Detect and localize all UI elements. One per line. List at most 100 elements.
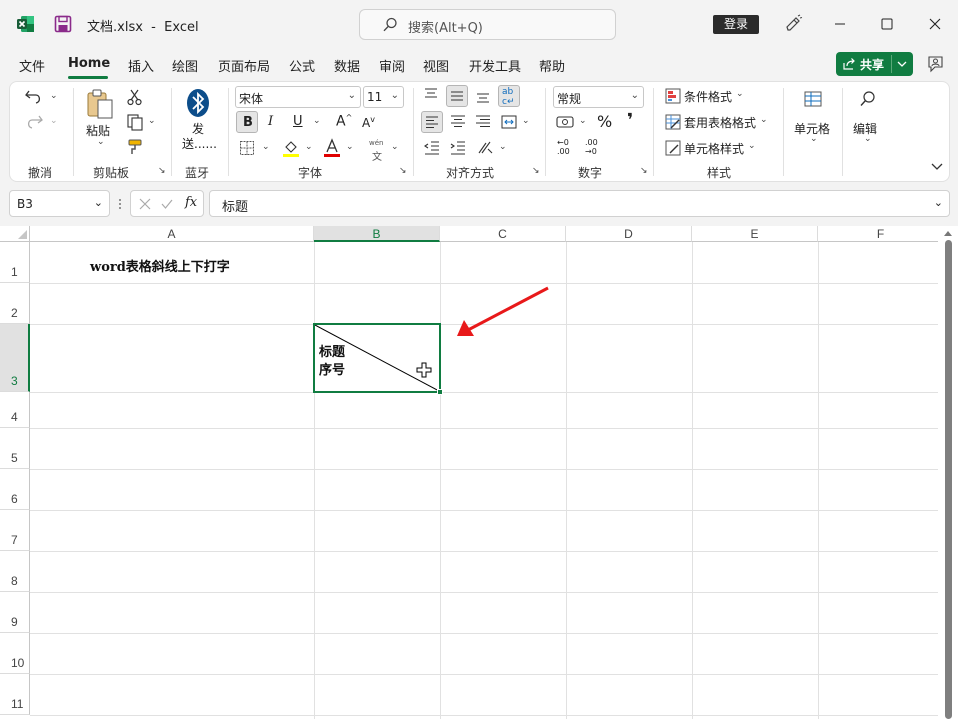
tab-help[interactable]: 帮助	[539, 56, 565, 75]
align-bottom-icon[interactable]	[474, 86, 492, 104]
chevron-down-icon[interactable]	[897, 60, 907, 68]
find-icon[interactable]	[858, 90, 878, 110]
minimize-icon[interactable]	[830, 14, 850, 34]
percent-button[interactable]: %	[597, 112, 612, 131]
tab-file[interactable]: 文件	[19, 56, 45, 75]
font-size-select[interactable]: 11 ⌄	[363, 86, 404, 108]
underline-caret-icon[interactable]: ⌄	[313, 116, 321, 126]
copy-icon[interactable]	[126, 113, 144, 131]
cells-icon[interactable]	[803, 90, 823, 108]
merge-caret-icon[interactable]: ⌄	[522, 116, 530, 126]
save-icon[interactable]	[54, 15, 72, 33]
orientation-icon[interactable]	[476, 139, 494, 157]
row-header-11[interactable]: 11	[0, 674, 30, 715]
decrease-font-icon[interactable]: Av	[362, 115, 375, 130]
column-header-f[interactable]: F	[818, 226, 944, 242]
insert-function-button[interactable]: fx	[185, 195, 197, 210]
undo-icon[interactable]	[24, 88, 46, 106]
decrease-decimal-button[interactable]: .00 →0	[585, 138, 598, 156]
conditional-format-icon[interactable]	[665, 88, 681, 104]
italic-button[interactable]: I	[268, 114, 273, 129]
maximize-icon[interactable]	[877, 14, 897, 34]
accounting-caret-icon[interactable]: ⌄	[579, 116, 587, 126]
orientation-caret-icon[interactable]: ⌄	[499, 142, 507, 152]
vertical-scrollbar[interactable]	[938, 226, 958, 719]
chevron-down-icon[interactable]: ⌄	[934, 196, 943, 209]
column-header-e[interactable]: E	[692, 226, 818, 242]
bluetooth-icon[interactable]	[186, 88, 210, 118]
bold-button[interactable]: B	[236, 111, 258, 133]
tab-view[interactable]: 视图	[423, 56, 449, 75]
conditional-format-label[interactable]: 条件格式	[684, 88, 732, 105]
number-format-select[interactable]: 常规 ⌄	[553, 86, 644, 108]
redo-caret-icon[interactable]: ⌄	[50, 116, 58, 126]
align-right-icon[interactable]	[474, 113, 492, 131]
edit-caret-icon[interactable]: ⌄	[864, 134, 872, 144]
login-button[interactable]: 登录	[713, 15, 759, 34]
comma-button[interactable]: ❜	[627, 110, 633, 131]
tab-home[interactable]: Home	[68, 56, 110, 71]
table-format-icon[interactable]	[665, 114, 681, 130]
spreadsheet-grid[interactable]: A B C D E F 1 2 3 4 5 6 7 8 9 10 11 word…	[0, 226, 958, 719]
comment-icon[interactable]	[926, 54, 946, 74]
row-header-7[interactable]: 7	[0, 510, 30, 551]
row-header-5[interactable]: 5	[0, 428, 30, 469]
tab-formulas[interactable]: 公式	[289, 56, 315, 75]
row-header-9[interactable]: 9	[0, 592, 30, 633]
align-launcher-icon[interactable]: ↘	[532, 166, 540, 176]
paste-icon[interactable]	[85, 88, 115, 120]
align-top-icon[interactable]	[422, 86, 440, 104]
clipboard-launcher-icon[interactable]: ↘	[158, 166, 166, 176]
tab-draw[interactable]: 绘图	[172, 56, 198, 75]
fill-handle[interactable]	[437, 389, 443, 395]
select-all-corner[interactable]	[0, 226, 30, 242]
tab-review[interactable]: 审阅	[379, 56, 405, 75]
undo-caret-icon[interactable]: ⌄	[50, 91, 58, 101]
tab-developer[interactable]: 开发工具	[469, 56, 521, 75]
row-header-1[interactable]: 1	[0, 242, 30, 283]
share-button[interactable]: 共享	[836, 52, 913, 76]
ribbon-collapse-icon[interactable]	[930, 162, 944, 172]
font-name-select[interactable]: 宋体 ⌄	[235, 86, 361, 108]
fill-color-caret-icon[interactable]: ⌄	[305, 142, 313, 152]
copy-caret-icon[interactable]: ⌄	[148, 116, 156, 126]
phonetic-icon-top[interactable]: wén	[369, 139, 383, 147]
format-painter-icon[interactable]	[126, 138, 144, 156]
row-header-6[interactable]: 6	[0, 469, 30, 510]
send-label-line2[interactable]: 送......	[182, 135, 217, 152]
merge-center-icon[interactable]	[500, 113, 518, 131]
table-format-label[interactable]: 套用表格格式	[684, 114, 756, 131]
cut-icon[interactable]	[126, 88, 144, 106]
font-color-caret-icon[interactable]: ⌄	[346, 142, 354, 152]
increase-decimal-button[interactable]: ←0.00	[557, 138, 570, 156]
search-box[interactable]: 搜索(Alt+Q)	[359, 9, 616, 40]
selected-cell-b3[interactable]: 标题 序号	[313, 323, 441, 393]
cells-caret-icon[interactable]: ⌄	[810, 134, 818, 144]
font-color-icon[interactable]	[323, 138, 341, 158]
cancel-entry-icon[interactable]	[138, 197, 152, 211]
increase-font-icon[interactable]: A^	[336, 113, 352, 130]
column-header-b[interactable]: B	[314, 226, 440, 242]
formula-input[interactable]: 标题 ⌄	[209, 190, 950, 217]
row-header-10[interactable]: 10	[0, 633, 30, 674]
chevron-down-icon[interactable]: ⌄	[94, 196, 103, 209]
name-box[interactable]: B3 ⌄	[9, 190, 110, 217]
column-header-d[interactable]: D	[566, 226, 692, 242]
column-header-a[interactable]: A	[30, 226, 314, 242]
paste-caret-icon[interactable]: ⌄	[97, 137, 105, 147]
underline-button[interactable]: U	[293, 114, 303, 129]
row-header-3[interactable]: 3	[0, 324, 30, 392]
conditional-format-caret-icon[interactable]: ⌄	[736, 89, 744, 99]
tab-page-layout[interactable]: 页面布局	[218, 56, 270, 75]
cell-style-icon[interactable]	[665, 140, 681, 156]
tab-insert[interactable]: 插入	[128, 56, 154, 75]
border-icon[interactable]	[239, 140, 255, 156]
scroll-up-icon[interactable]	[943, 229, 953, 237]
number-launcher-icon[interactable]: ↘	[640, 166, 648, 176]
align-left-button[interactable]	[421, 111, 443, 133]
align-middle-button[interactable]	[446, 85, 468, 107]
tab-data[interactable]: 数据	[334, 56, 360, 75]
border-caret-icon[interactable]: ⌄	[262, 142, 270, 152]
cell-a1[interactable]: word表格斜线上下打字	[90, 256, 230, 275]
confirm-entry-icon[interactable]	[160, 197, 174, 211]
